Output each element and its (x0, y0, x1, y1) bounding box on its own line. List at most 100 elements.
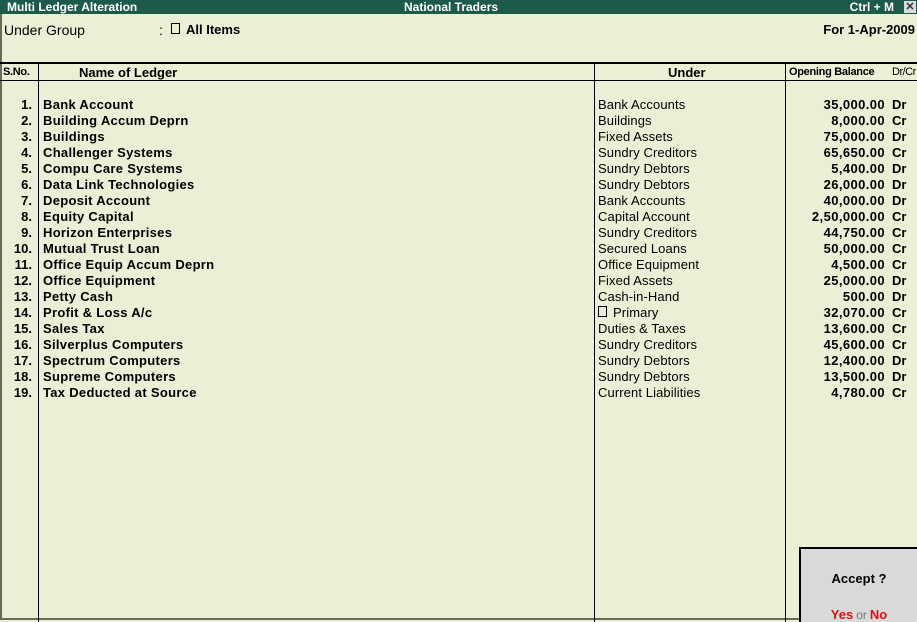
dr-cr-indicator[interactable]: Cr (892, 321, 906, 337)
ledger-row[interactable]: 16. Silverplus Computers Sundry Creditors 4… (0, 337, 917, 353)
ledger-row[interactable]: 8. Equity Capital Capital Account 2,50,000.… (0, 209, 917, 225)
ledger-name[interactable]: Building Accum Deprn (43, 113, 189, 129)
ledger-row[interactable]: 13. Petty Cash Cash-in-Hand 500.00 Dr (0, 289, 917, 305)
ledger-name[interactable]: Mutual Trust Loan (43, 241, 160, 257)
opening-balance-amount[interactable]: 26,000.00 (824, 177, 885, 193)
ledger-under-group[interactable]: Bank Accounts (598, 97, 685, 113)
dr-cr-indicator[interactable]: Cr (892, 225, 906, 241)
ledger-row[interactable]: 3. Buildings Fixed Assets 75,000.00 Dr (0, 129, 917, 145)
ledger-row[interactable]: 7. Deposit Account Bank Accounts 40,000.00 D… (0, 193, 917, 209)
opening-balance-amount[interactable]: 13,600.00 (824, 321, 885, 337)
opening-balance-amount[interactable]: 4,780.00 (831, 385, 885, 401)
ledger-row[interactable]: 9. Horizon Enterprises Sundry Creditors 44,… (0, 225, 917, 241)
ledger-name[interactable]: Challenger Systems (43, 145, 173, 161)
ledger-name[interactable]: Silverplus Computers (43, 337, 183, 353)
ledger-name[interactable]: Tax Deducted at Source (43, 385, 197, 401)
ledger-under-group[interactable]: Sundry Debtors (598, 353, 690, 369)
ledger-under-group[interactable]: Secured Loans (598, 241, 687, 257)
dr-cr-indicator[interactable]: Cr (892, 113, 906, 129)
ledger-row[interactable]: 17. Spectrum Computers Sundry Debtors 12,40… (0, 353, 917, 369)
ledger-under-group[interactable]: Sundry Creditors (598, 337, 697, 353)
ledger-under-group[interactable]: Sundry Debtors (598, 369, 690, 385)
ledger-name[interactable]: Office Equipment (43, 273, 155, 289)
opening-balance-amount[interactable]: 35,000.00 (824, 97, 885, 113)
ledger-under-group[interactable]: Bank Accounts (598, 193, 685, 209)
ledger-name[interactable]: Profit & Loss A/c (43, 305, 152, 321)
ledger-row[interactable]: 18. Supreme Computers Sundry Debtors 13,500… (0, 369, 917, 385)
under-group-value[interactable]: All Items (171, 22, 240, 37)
ledger-name[interactable]: Office Equip Accum Deprn (43, 257, 214, 273)
ledger-under-group[interactable]: Current Liabilities (598, 385, 700, 401)
ledger-under-group[interactable]: Sundry Debtors (598, 161, 690, 177)
opening-balance-amount[interactable]: 50,000.00 (824, 241, 885, 257)
under-group-label: Under Group (4, 22, 85, 38)
dr-cr-indicator[interactable]: Dr (892, 193, 906, 209)
ledger-name[interactable]: Bank Account (43, 97, 134, 113)
ledger-name[interactable]: Supreme Computers (43, 369, 176, 385)
ledger-name[interactable]: Sales Tax (43, 321, 105, 337)
dr-cr-indicator[interactable]: Dr (892, 177, 906, 193)
ledger-under-group[interactable]: Primary (598, 305, 658, 321)
ledger-under-group[interactable]: Cash-in-Hand (598, 289, 679, 305)
dr-cr-indicator[interactable]: Cr (892, 257, 906, 273)
ledger-under-group[interactable]: Capital Account (598, 209, 690, 225)
opening-balance-amount[interactable]: 12,400.00 (824, 353, 885, 369)
dr-cr-indicator[interactable]: Cr (892, 145, 906, 161)
dr-cr-indicator[interactable]: Cr (892, 241, 906, 257)
ledger-name[interactable]: Deposit Account (43, 193, 150, 209)
dr-cr-indicator[interactable]: Dr (892, 273, 906, 289)
opening-balance-amount[interactable]: 5,400.00 (831, 161, 885, 177)
ledger-row[interactable]: 1. Bank Account Bank Accounts 35,000.00 Dr (0, 97, 917, 113)
ledger-row[interactable]: 11. Office Equip Accum Deprn Office Equipm… (0, 257, 917, 273)
dr-cr-indicator[interactable]: Cr (892, 337, 906, 353)
opening-balance-amount[interactable]: 40,000.00 (824, 193, 885, 209)
dr-cr-indicator[interactable]: Cr (892, 385, 906, 401)
ledger-under-group[interactable]: Office Equipment (598, 257, 699, 273)
ledger-under-group[interactable]: Sundry Creditors (598, 145, 697, 161)
ledger-row[interactable]: 15. Sales Tax Duties & Taxes 13,600.00 Cr (0, 321, 917, 337)
ledger-under-group[interactable]: Fixed Assets (598, 273, 673, 289)
dr-cr-indicator[interactable]: Dr (892, 369, 906, 385)
ledger-under-group[interactable]: Buildings (598, 113, 652, 129)
dr-cr-indicator[interactable]: Dr (892, 289, 906, 305)
dr-cr-indicator[interactable]: Cr (892, 305, 906, 321)
opening-balance-amount[interactable]: 8,000.00 (831, 113, 885, 129)
opening-balance-amount[interactable]: 44,750.00 (824, 225, 885, 241)
opening-balance-amount[interactable]: 2,50,000.00 (812, 209, 885, 225)
ledger-under-group[interactable]: Fixed Assets (598, 129, 673, 145)
ledger-row[interactable]: 19. Tax Deducted at Source Current Liabili… (0, 385, 917, 401)
ledger-row[interactable]: 6. Data Link Technologies Sundry Debtors 26… (0, 177, 917, 193)
ledger-row[interactable]: 4. Challenger Systems Sundry Creditors 65,6… (0, 145, 917, 161)
dr-cr-indicator[interactable]: Dr (892, 353, 906, 369)
ledger-name[interactable]: Data Link Technologies (43, 177, 195, 193)
opening-balance-amount[interactable]: 25,000.00 (824, 273, 885, 289)
ledger-name[interactable]: Buildings (43, 129, 105, 145)
opening-balance-amount[interactable]: 65,650.00 (824, 145, 885, 161)
ledger-name[interactable]: Equity Capital (43, 209, 134, 225)
close-icon[interactable]: ✕ (904, 1, 916, 13)
ledger-under-group[interactable]: Sundry Debtors (598, 177, 690, 193)
ledger-name[interactable]: Spectrum Computers (43, 353, 181, 369)
ledger-row[interactable]: 2. Building Accum Deprn Buildings 8,000.00 C… (0, 113, 917, 129)
ledger-name[interactable]: Petty Cash (43, 289, 113, 305)
ledger-row[interactable]: 5. Compu Care Systems Sundry Debtors 5,400.… (0, 161, 917, 177)
ledger-under-group[interactable]: Sundry Creditors (598, 225, 697, 241)
dr-cr-indicator[interactable]: Dr (892, 129, 906, 145)
ledger-row[interactable]: 12. Office Equipment Fixed Assets 25,000.00… (0, 273, 917, 289)
ledger-under-group[interactable]: Duties & Taxes (598, 321, 686, 337)
ledger-row[interactable]: 14. Profit & Loss A/c Primary 32,070.00 Cr (0, 305, 917, 321)
ledger-name[interactable]: Compu Care Systems (43, 161, 183, 177)
dr-cr-indicator[interactable]: Dr (892, 97, 906, 113)
opening-balance-amount[interactable]: 45,600.00 (824, 337, 885, 353)
ledger-row[interactable]: 10. Mutual Trust Loan Secured Loans 50,000.… (0, 241, 917, 257)
yes-button[interactable]: Yes (831, 607, 853, 622)
opening-balance-amount[interactable]: 32,070.00 (824, 305, 885, 321)
opening-balance-amount[interactable]: 4,500.00 (831, 257, 885, 273)
dr-cr-indicator[interactable]: Cr (892, 209, 906, 225)
opening-balance-amount[interactable]: 75,000.00 (824, 129, 885, 145)
no-button[interactable]: No (870, 607, 887, 622)
opening-balance-amount[interactable]: 13,500.00 (824, 369, 885, 385)
dr-cr-indicator[interactable]: Dr (892, 161, 906, 177)
ledger-name[interactable]: Horizon Enterprises (43, 225, 172, 241)
opening-balance-amount[interactable]: 500.00 (843, 289, 885, 305)
